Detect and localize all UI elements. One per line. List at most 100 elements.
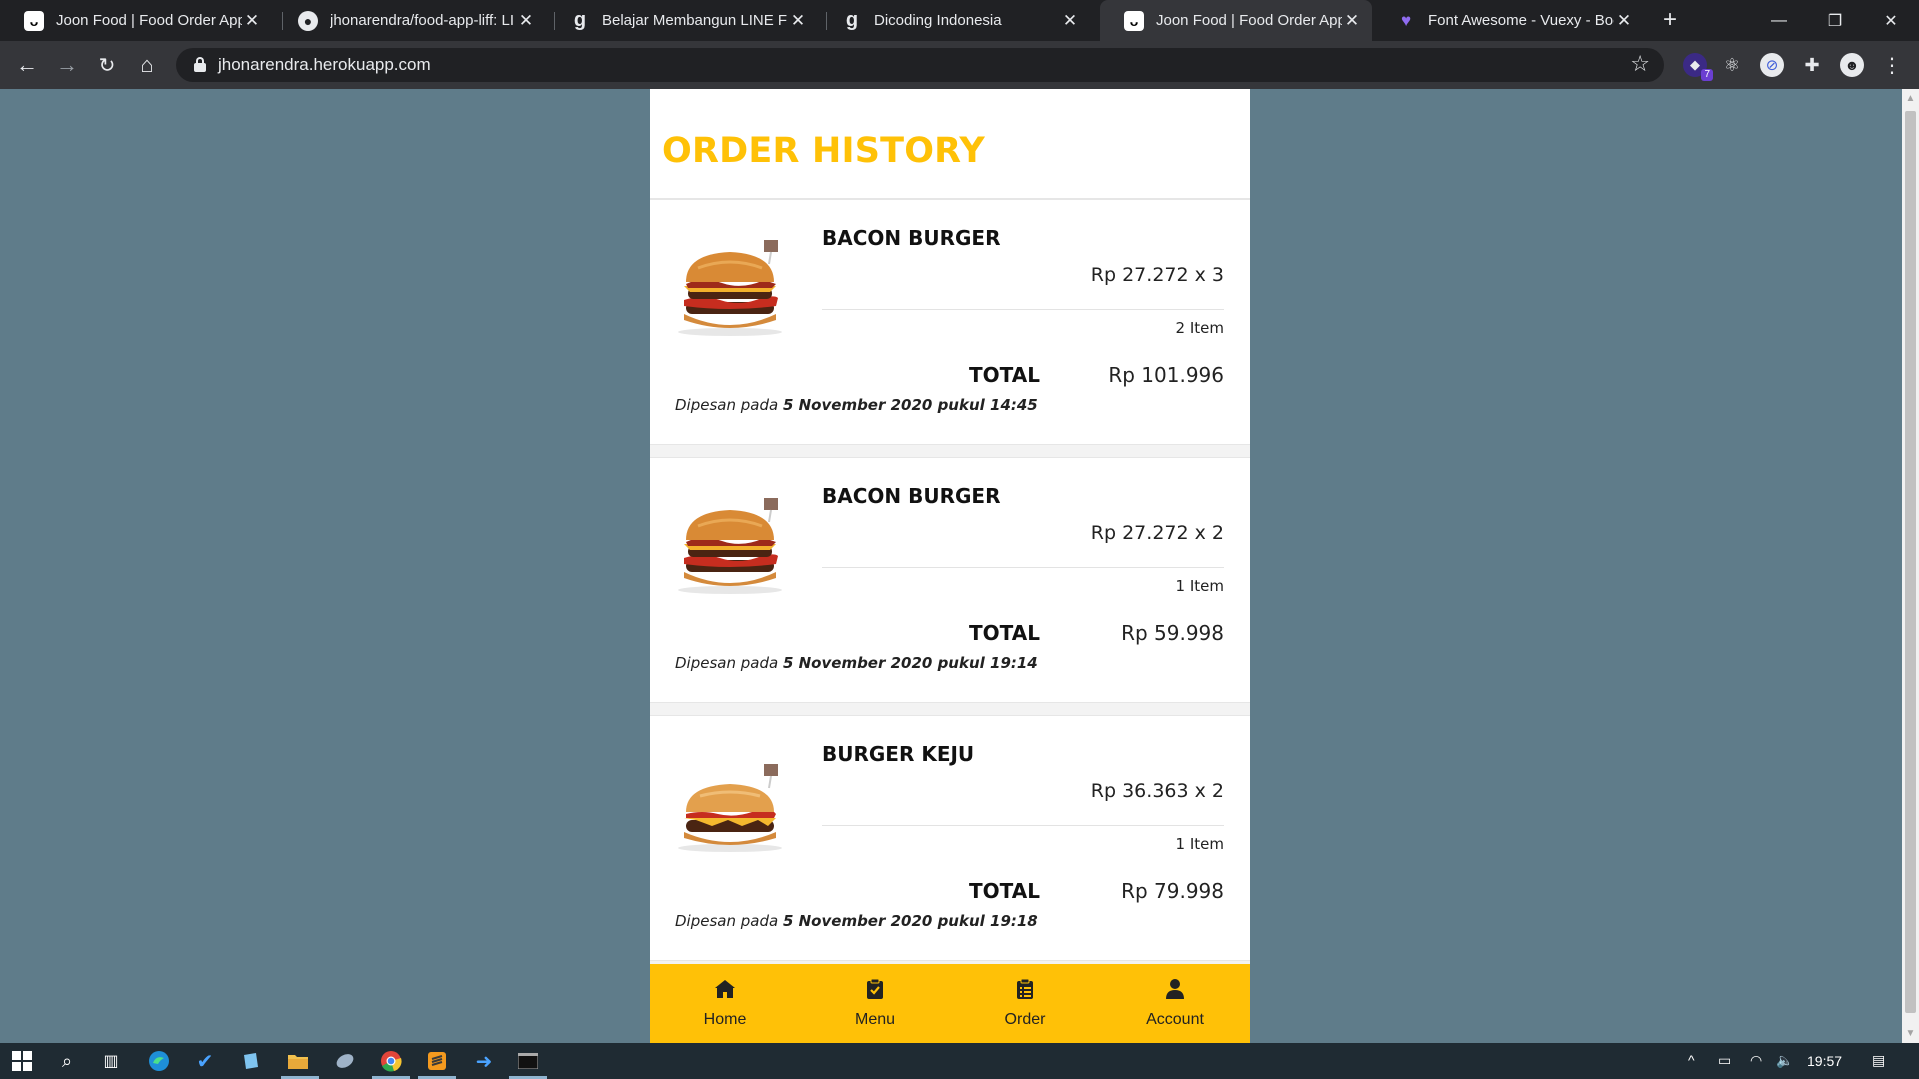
- wifi-icon[interactable]: ◠: [1750, 1052, 1762, 1069]
- new-tab-button[interactable]: +: [1656, 7, 1684, 35]
- address-bar[interactable]: jhonarendra.herokuapp.com ☆: [176, 48, 1664, 82]
- divider: [822, 567, 1224, 568]
- tab-title: Belajar Membangun LINE Fro: [602, 12, 788, 29]
- file-explorer-icon[interactable]: [286, 1049, 310, 1073]
- dicoding-icon: g: [573, 9, 587, 31]
- dicoding-icon: g: [845, 9, 859, 31]
- order-date: Dipesan pada 5 November 2020 pukul 19:14: [675, 654, 1038, 672]
- page-header: ORDER HISTORY: [650, 89, 1250, 199]
- order-card[interactable]: BACON BURGER Rp 27.272 x 3 2 Item TOTAL …: [650, 199, 1250, 445]
- order-date: Dipesan pada 5 November 2020 pukul 19:18: [675, 912, 1038, 930]
- order-card[interactable]: BACON BURGER Rp 27.272 x 2 1 Item TOTAL …: [650, 457, 1250, 703]
- order-card[interactable]: BURGER KEJU Rp 36.363 x 2 1 Item TOTAL R…: [650, 715, 1250, 961]
- total-value: Rp 59.998: [1121, 621, 1224, 645]
- profile-avatar[interactable]: ☻: [1840, 53, 1864, 77]
- menu-kebab-icon[interactable]: ⋮: [1880, 53, 1904, 77]
- close-icon[interactable]: ✕: [1614, 11, 1634, 31]
- close-icon[interactable]: ✕: [1060, 11, 1080, 31]
- scroll-down-arrow-icon[interactable]: ▼: [1905, 1028, 1916, 1039]
- nav-order[interactable]: Order: [950, 964, 1100, 1043]
- taskbar-clock[interactable]: 19:57: [1807, 1053, 1842, 1069]
- block-icon[interactable]: ⊘: [1760, 53, 1784, 77]
- total-label: TOTAL: [969, 879, 1040, 903]
- sublime-text-icon[interactable]: [425, 1049, 449, 1073]
- item-count: 2 Item: [1175, 319, 1224, 337]
- nav-label: Account: [1146, 1011, 1204, 1028]
- tab-dicoding[interactable]: g Dicoding Indonesia ✕: [818, 0, 1090, 41]
- tab-belajar-line[interactable]: g Belajar Membangun LINE Fro ✕: [546, 0, 818, 41]
- forward-button[interactable]: →: [50, 48, 84, 82]
- puzzle-extensions-icon[interactable]: ✚: [1800, 53, 1824, 77]
- clipboard-list-icon: [1017, 978, 1033, 999]
- volume-icon[interactable]: 🔈: [1776, 1052, 1793, 1069]
- notes-app-icon[interactable]: [239, 1049, 263, 1073]
- todo-icon[interactable]: ✔: [193, 1049, 217, 1073]
- restore-button[interactable]: ❐: [1807, 0, 1863, 41]
- windows-start-icon[interactable]: [10, 1049, 34, 1073]
- scroll-thumb[interactable]: [1905, 111, 1916, 1013]
- order-date: Dipesan pada 5 November 2020 pukul 14:45: [675, 396, 1038, 414]
- tab-github[interactable]: ● jhonarendra/food-app-liff: LI ✕: [274, 0, 546, 41]
- page-scrollbar[interactable]: ▲ ▼: [1902, 89, 1919, 1043]
- reload-button[interactable]: ↻: [90, 48, 124, 82]
- total-label: TOTAL: [969, 363, 1040, 387]
- tray-overflow-chevron-icon[interactable]: ^: [1688, 1052, 1695, 1068]
- item-name: BACON BURGER: [822, 226, 1001, 250]
- tab-title: jhonarendra/food-app-liff: LI: [330, 12, 515, 29]
- item-count: 1 Item: [1175, 577, 1224, 595]
- tab-joon-food-1[interactable]: ᴗ Joon Food | Food Order App ✕: [0, 0, 272, 41]
- nav-menu[interactable]: Menu: [800, 964, 950, 1043]
- total-value: Rp 79.998: [1121, 879, 1224, 903]
- order-date-prefix: Dipesan pada: [675, 396, 779, 414]
- close-icon[interactable]: ✕: [1342, 11, 1362, 31]
- item-count: 1 Item: [1175, 835, 1224, 853]
- close-window-button[interactable]: ✕: [1863, 0, 1919, 41]
- github-icon: ●: [298, 10, 318, 31]
- tab-title: Dicoding Indonesia: [874, 12, 1002, 29]
- bottom-navigation: Home Menu Order Account: [650, 964, 1250, 1043]
- extension-icon[interactable]: ◆ 7: [1683, 53, 1713, 81]
- page-title: ORDER HISTORY: [662, 131, 985, 171]
- order-date-prefix: Dipesan pada: [675, 654, 779, 672]
- item-price-quantity: Rp 36.363 x 2: [1090, 780, 1224, 802]
- nav-account[interactable]: Account: [1100, 964, 1250, 1043]
- nav-home[interactable]: Home: [650, 964, 800, 1043]
- back-button[interactable]: ←: [10, 48, 44, 82]
- nav-label: Menu: [854, 1011, 896, 1028]
- teamviewer-icon[interactable]: ➜: [472, 1049, 496, 1073]
- bookmark-star-icon[interactable]: ☆: [1630, 51, 1650, 77]
- tab-joon-food-active[interactable]: ᴗ Joon Food | Food Order App ✕: [1100, 0, 1372, 41]
- url-text[interactable]: jhonarendra.herokuapp.com: [218, 55, 431, 75]
- terminal-icon[interactable]: [516, 1049, 540, 1073]
- tab-title: Joon Food | Food Order App: [56, 12, 242, 29]
- bacon-burger-image: [678, 240, 782, 336]
- tab-title: Joon Food | Food Order App: [1156, 12, 1342, 29]
- vuexy-icon: ♥: [1400, 10, 1412, 30]
- nav-label: Order: [1004, 1011, 1046, 1028]
- order-date-prefix: Dipesan pada: [675, 912, 779, 930]
- extension-badge: 7: [1701, 69, 1713, 81]
- item-name: BURGER KEJU: [822, 742, 975, 766]
- notification-center-icon[interactable]: ▤: [1872, 1052, 1885, 1069]
- item-price-quantity: Rp 27.272 x 3: [1090, 264, 1224, 286]
- close-icon[interactable]: ✕: [516, 11, 536, 31]
- task-view-icon[interactable]: ▥: [99, 1049, 123, 1073]
- cheese-burger-image: [678, 764, 782, 852]
- order-date-value: 5 November 2020 pukul 19:18: [782, 912, 1038, 930]
- order-date-value: 5 November 2020 pukul 19:14: [782, 654, 1038, 672]
- close-icon[interactable]: ✕: [242, 11, 262, 31]
- edge-browser-icon[interactable]: [147, 1049, 171, 1073]
- minimize-button[interactable]: —: [1751, 0, 1807, 41]
- battery-icon[interactable]: ▭: [1718, 1052, 1731, 1069]
- search-icon[interactable]: ⌕: [55, 1049, 79, 1073]
- react-devtools-icon[interactable]: ⚛: [1720, 53, 1744, 77]
- home-button[interactable]: ⌂: [130, 48, 164, 82]
- tab-font-awesome[interactable]: ♥ Font Awesome - Vuexy - Boo ✕: [1372, 0, 1644, 41]
- total-label: TOTAL: [969, 621, 1040, 645]
- tab-title: Font Awesome - Vuexy - Boo: [1428, 12, 1614, 29]
- chrome-icon[interactable]: [379, 1049, 403, 1073]
- network-app-icon[interactable]: [333, 1049, 357, 1073]
- close-icon[interactable]: ✕: [788, 11, 808, 31]
- item-name: BACON BURGER: [822, 484, 1001, 508]
- scroll-up-arrow-icon[interactable]: ▲: [1905, 93, 1916, 104]
